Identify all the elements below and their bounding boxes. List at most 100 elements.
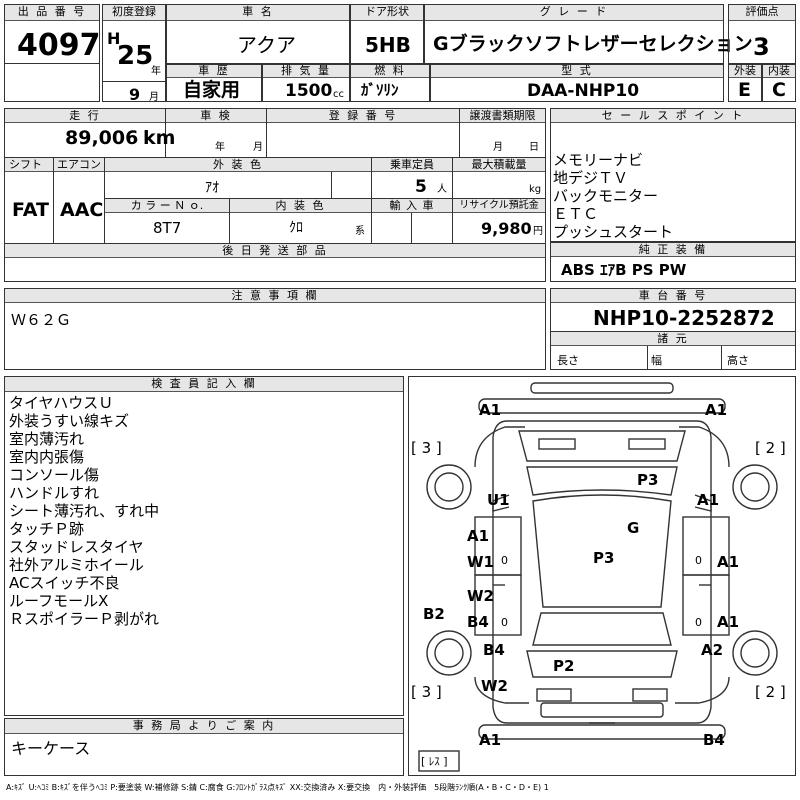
inspector-line: ACスイッチ不良 (9, 574, 120, 592)
legend: A:ｷｽﾞ U:ﾍｺﾐ B:ｷｽﾞを伴うﾍｺﾐ P:要塗装 W:補修跡 S:錆 … (6, 783, 549, 792)
small-mark: 0 (695, 616, 702, 629)
transfer-day-unit: 日 (529, 142, 539, 153)
windshield (518, 430, 686, 462)
damage-mark: B4 (703, 731, 725, 749)
inspector-line: 社外アルミホイール (9, 556, 144, 574)
small-mark: 0 (501, 616, 508, 629)
capacity-unit: 人 (437, 184, 447, 195)
recycle-label: リサイクル預託金 (453, 199, 545, 213)
damage-mark: B2 (423, 605, 445, 623)
lot-label: 出 品 番 号 (5, 5, 99, 21)
aircon-value: AAC (60, 199, 104, 221)
inspector-line: ハンドルすれ (9, 484, 100, 502)
inspector-line: 室内内張傷 (9, 448, 85, 466)
inspector-lines: タイヤハウスＵ 外装うすい線キズ 室内薄汚れ 室内内張傷 コンソール傷 ハンドルすれ シート… (9, 394, 159, 628)
car-name: アクア (237, 33, 296, 57)
damage-mark: A1 (479, 731, 502, 749)
history-value: 自家用 (183, 79, 241, 101)
color-no-value: 8T7 (153, 219, 182, 237)
equipment-box: 純 正 装 備 ABS ｴｱB PS PW (550, 242, 796, 282)
damage-mark: U1 (487, 491, 510, 509)
displacement-box: 排 気 量 1500 cc (262, 64, 350, 102)
tire-rear-left (426, 630, 472, 676)
damage-mark: A1 (467, 527, 490, 545)
office-label: 事 務 局 よ り ご 案 内 (5, 719, 403, 734)
displacement-label: 排 気 量 (263, 65, 349, 78)
damage-mark: P3 (637, 471, 659, 489)
inspector-line: タイヤハウスＵ (9, 394, 114, 412)
dims-width: 幅 (651, 354, 662, 367)
damage-mark: B4 (467, 613, 489, 631)
lot-box: 出 品 番 号 4097 (4, 4, 101, 102)
sales-point-item: メモリーナビ (553, 151, 644, 169)
capacity-label: 乗車定員 (372, 158, 452, 172)
mileage-unit: km (143, 127, 176, 149)
inspector-line: ＲスポイラーＰ剥がれ (9, 610, 160, 628)
capacity-value: 5 (415, 177, 427, 197)
sales-points-label: セ ー ル ス ポ イ ン ト (551, 109, 795, 123)
reg-year: 25 (117, 41, 154, 71)
transfer-month-unit: 月 (493, 142, 503, 153)
car-name-box: 車 名 アクア (166, 4, 350, 64)
sales-point-item: ＥＴＣ (553, 205, 599, 223)
sales-point-item: バックモニター (553, 187, 659, 205)
shift-value: FAT (12, 199, 49, 221)
ext-color-label: 外 装 色 (105, 158, 371, 172)
fuel-box: 燃 料 ｶﾞｿﾘﾝ (350, 64, 430, 102)
int-grade-value: C (772, 79, 786, 101)
model-box: 型 式 DAA-NHP10 (430, 64, 724, 102)
chassis-box: 車 台 番 号 NHP10-2252872 諸 元 長さ 幅 高さ (550, 288, 796, 370)
tire-front-left (426, 464, 472, 510)
hood-front-line (478, 398, 726, 414)
fuel-label: 燃 料 (351, 65, 429, 78)
front-bumper (530, 382, 674, 394)
recycle-unit: 円 (533, 226, 543, 237)
inspector-line: シート薄汚れ、すれ中 (9, 502, 160, 520)
dims-length: 長さ (557, 354, 579, 367)
office-box: 事 務 局 よ り ご 案 内 キーケース (4, 718, 404, 776)
damage-mark: A1 (717, 613, 740, 631)
damage-mark: A2 (701, 641, 724, 659)
damage-mark: A1 (697, 491, 720, 509)
tire-rear-right (732, 630, 778, 676)
sales-point-item: プッシュスタート (553, 223, 674, 241)
reg-no-label: 登 録 番 号 (267, 109, 459, 123)
displacement-value: 1500 (285, 81, 333, 101)
recycle-value: 9,980 (481, 219, 532, 238)
spare-label: [ ﾚｽ ] (421, 755, 448, 768)
score-label: 評価点 (729, 5, 795, 21)
notes-value: Ｗ６２Ｇ (11, 311, 72, 329)
ext-grade-value: E (738, 79, 751, 101)
inspection-month-unit: 月 (253, 142, 263, 153)
damage-mark: W1 (467, 553, 494, 571)
int-grade-box: 内装 C (762, 64, 796, 102)
aircon-label: エアコン (54, 158, 104, 172)
tire-front-right (732, 464, 778, 510)
inspection-year-unit: 年 (215, 142, 225, 153)
damage-mark: A1 (705, 401, 728, 419)
tire-label-left-bottom: [ 3 ] (411, 683, 442, 701)
ext-grade-box: 外装 E (728, 64, 762, 102)
inspector-line: 室内薄汚れ (9, 430, 85, 448)
color-no-label: カ ラ ー Ｎ ｏ. (105, 199, 229, 213)
lot-number: 4097 (17, 28, 101, 63)
import-label: 輸 入 車 (372, 199, 452, 213)
reg-year-unit: 年 (151, 66, 161, 77)
inspector-line: コンソール傷 (9, 466, 100, 484)
inspector-line: 外装うすい線キズ (9, 412, 130, 430)
sales-point-item: 地デジＴＶ (553, 169, 629, 187)
reg-month-unit: 月 (149, 92, 159, 103)
score-value: 3 (753, 33, 770, 61)
first-reg-box: 初度登録 H 25 年 9 月 (102, 4, 166, 103)
grade-label: グ レ ー ド (425, 5, 723, 21)
transfer-label: 譲渡書類期限 (460, 109, 545, 123)
tire-label-right-top: [ 2 ] (755, 439, 786, 457)
inspector-line: ルーフモールX (9, 592, 109, 610)
shift-label: シフト (5, 158, 53, 172)
dims-height: 高さ (727, 354, 749, 367)
damage-mark: W2 (467, 587, 494, 605)
damage-mark: P2 (553, 657, 575, 675)
tire-label-left-top: [ 3 ] (411, 439, 442, 457)
inspector-label: 検 査 員 記 入 欄 (5, 377, 403, 392)
history-box: 車 歴 自家用 (166, 64, 262, 102)
